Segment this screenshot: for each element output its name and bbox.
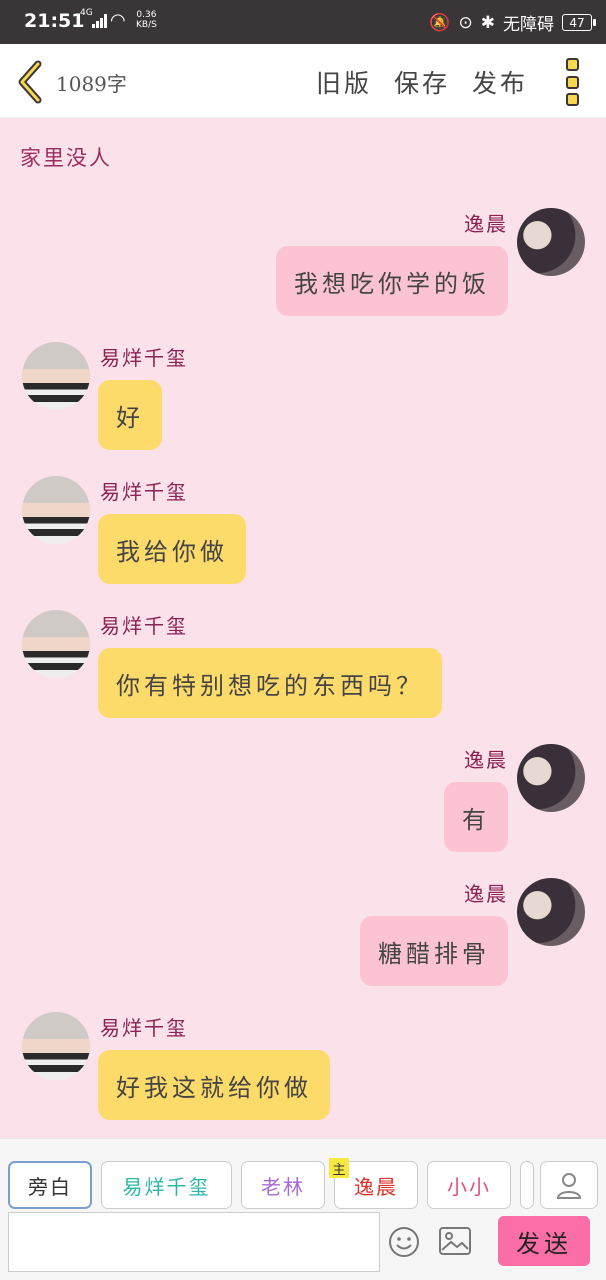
emoji-icon[interactable]: [388, 1226, 420, 1258]
word-count: 1089字: [56, 72, 127, 96]
sender-name: 易烊千玺: [100, 480, 188, 504]
status-time: 21:51: [24, 10, 85, 32]
back-arrow-icon[interactable]: [14, 60, 46, 104]
sender-name: 易烊千玺: [100, 1016, 188, 1040]
more-menu-icon[interactable]: [566, 58, 582, 106]
battery-level: 47: [569, 15, 585, 30]
lock-rotation-icon: ⊙: [458, 12, 473, 33]
avatar-yichen[interactable]: [517, 744, 585, 812]
network-type: 4G: [80, 8, 93, 18]
send-button[interactable]: 发送: [498, 1216, 590, 1266]
input-bar: 发送: [0, 1210, 606, 1280]
sender-name: 逸晨: [464, 748, 508, 772]
message-bubble[interactable]: 你有特别想吃的东西吗？: [98, 648, 442, 718]
character-chip-xiaoxiao[interactable]: 小小: [427, 1161, 511, 1209]
character-chip-narrator[interactable]: 旁白: [8, 1161, 92, 1209]
status-right: 🔕 ⊙ ✱ 无障碍 47: [429, 10, 596, 35]
image-icon[interactable]: [438, 1226, 472, 1256]
avatar-yiyangqianxi[interactable]: [22, 476, 90, 544]
status-bar: 21:51 4G ◠ 0.36 KB/S 🔕 ⊙ ✱ 无障碍 47: [0, 0, 606, 44]
accessibility-label: 无障碍: [503, 15, 554, 35]
message-bubble[interactable]: 我给你做: [98, 514, 246, 584]
message-bubble[interactable]: 有: [444, 782, 508, 852]
sender-name: 易烊千玺: [100, 346, 188, 370]
character-chip-yichen[interactable]: 主 逸晨: [329, 1158, 418, 1209]
character-chip-overflow[interactable]: [520, 1161, 534, 1209]
message-bubble[interactable]: 好我这就给你做: [98, 1050, 330, 1120]
mute-bell-icon: 🔕: [429, 12, 451, 33]
sender-name: 逸晨: [464, 882, 508, 906]
speed-unit: KB/S: [136, 20, 157, 30]
message-input[interactable]: [8, 1212, 380, 1272]
signal-icon: [92, 14, 107, 28]
character-selector: 旁白 易烊千玺 老林 主 逸晨 小小: [0, 1138, 606, 1210]
message-bubble[interactable]: 糖醋排骨: [360, 916, 508, 986]
network-speed: 0.36 KB/S: [136, 10, 157, 30]
menu-dot: [566, 58, 579, 71]
publish-button[interactable]: 发布: [472, 64, 528, 100]
speed-value: 0.36: [136, 10, 157, 20]
avatar-yichen[interactable]: [517, 878, 585, 946]
old-version-button[interactable]: 旧版: [316, 64, 372, 100]
avatar-yiyangqianxi[interactable]: [22, 610, 90, 678]
sender-name: 易烊千玺: [100, 614, 188, 638]
avatar-yichen[interactable]: [517, 208, 585, 276]
main-character-badge: 主: [329, 1158, 349, 1178]
character-chip-label: 逸晨: [354, 1174, 398, 1199]
person-icon: [556, 1173, 582, 1199]
editor-toolbar: 1089字 旧版 保存 发布: [0, 44, 606, 118]
battery-icon: 47: [562, 14, 596, 31]
character-chip-yiyangqianxi[interactable]: 易烊千玺: [101, 1161, 232, 1209]
menu-dot: [566, 75, 579, 89]
message-bubble[interactable]: 我想吃你学的饭: [276, 246, 508, 316]
character-chip-laolin[interactable]: 老林: [241, 1161, 325, 1209]
bluetooth-icon: ✱: [480, 12, 495, 33]
scene-title: 家里没人: [20, 146, 112, 170]
sender-name: 逸晨: [464, 212, 508, 236]
chat-area[interactable]: 家里没人 逸晨 我想吃你学的饭 易烊千玺 好 易烊千玺 我给你做 易烊千玺 你有…: [0, 118, 606, 1138]
message-bubble[interactable]: 好: [98, 380, 162, 450]
save-button[interactable]: 保存: [394, 64, 450, 100]
wifi-icon: ◠: [110, 10, 126, 31]
avatar-yiyangqianxi[interactable]: [22, 1012, 90, 1080]
toolbar-actions: 旧版 保存 发布: [316, 64, 528, 100]
avatar-yiyangqianxi[interactable]: [22, 342, 90, 410]
character-manager-button[interactable]: [540, 1161, 598, 1209]
menu-dot: [566, 93, 579, 106]
